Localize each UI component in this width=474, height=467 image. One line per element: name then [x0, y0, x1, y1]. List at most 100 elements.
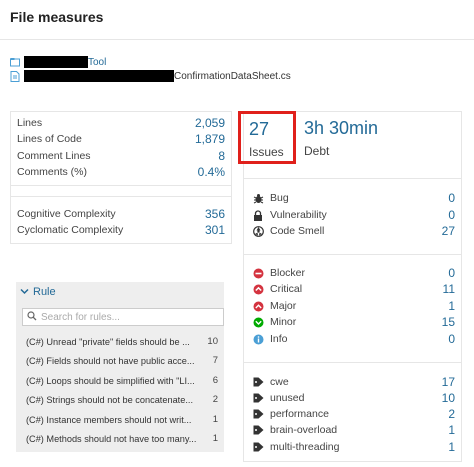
project-suffix: Tool: [88, 56, 107, 68]
size-metrics-card: Lines 2,059 Lines of Code 1,879 Comment …: [10, 111, 232, 186]
metric-label: Cognitive Complexity: [17, 208, 116, 220]
rule-label: (C#) Methods should not have too many...: [26, 433, 197, 444]
rule-facet-title[interactable]: Rule: [33, 286, 56, 298]
rule-search-input[interactable]: [41, 311, 223, 323]
rule-search-box[interactable]: [22, 308, 224, 326]
info-icon: [252, 333, 264, 345]
divider: [244, 362, 461, 363]
rule-count: 2: [212, 394, 218, 405]
facet-item-info[interactable]: Info 0: [252, 331, 455, 347]
code-smell-icon: [252, 225, 264, 237]
rule-list-item[interactable]: (C#) Instance members should not writ...…: [26, 412, 218, 427]
divider: [244, 178, 461, 179]
facet-label: multi-threading: [270, 441, 340, 453]
facet-count[interactable]: 15: [442, 315, 455, 329]
metric-row-cognitive-complexity[interactable]: Cognitive Complexity 356: [17, 206, 225, 222]
facet-label: Vulnerability: [270, 209, 327, 221]
issues-label: Issues: [249, 145, 284, 159]
metric-row-lines[interactable]: Lines 2,059: [17, 115, 225, 131]
facet-item-blocker[interactable]: Blocker 0: [252, 265, 455, 281]
file-icon: [10, 70, 20, 82]
rule-label: (C#) Loops should be simplified with "LI…: [26, 375, 195, 386]
facet-label: Major: [270, 300, 297, 312]
facet-count[interactable]: 0: [448, 266, 455, 280]
metric-value[interactable]: 356: [205, 207, 225, 221]
facet-item-code-smell[interactable]: Code Smell 27: [252, 223, 455, 239]
page-header: File measures: [0, 0, 474, 40]
rule-count: 1: [212, 414, 218, 425]
chevron-down-icon[interactable]: [20, 286, 29, 298]
page-title: File measures: [10, 9, 104, 25]
bug-icon: [252, 192, 264, 204]
metric-value[interactable]: 301: [205, 223, 225, 237]
issues-count[interactable]: 27: [249, 119, 269, 140]
debt-label: Debt: [304, 144, 330, 158]
facet-item-critical[interactable]: Critical 11: [252, 281, 455, 297]
facet-count[interactable]: 17: [442, 375, 455, 389]
facet-item-major[interactable]: Major 1: [252, 298, 455, 314]
facet-count[interactable]: 0: [448, 208, 455, 222]
folder-icon: [10, 57, 20, 68]
rule-list-item[interactable]: (C#) Fields should not have public acce.…: [26, 353, 218, 368]
facet-item-tag-cwe[interactable]: cwe 17: [252, 374, 455, 390]
facet-label: brain-overload: [270, 424, 338, 436]
facet-item-tag-brain-overload[interactable]: brain-overload 1: [252, 422, 455, 438]
issues-highlight[interactable]: 27 Issues: [238, 111, 296, 164]
rule-list-item[interactable]: (C#) Unread "private" fields should be .…: [26, 334, 218, 349]
rule-list-item[interactable]: (C#) Loops should be simplified with "LI…: [26, 373, 218, 388]
facet-count[interactable]: 2: [448, 407, 455, 421]
divider: [11, 196, 231, 197]
rule-label: (C#) Instance members should not writ...: [26, 414, 192, 425]
metric-value[interactable]: 0.4%: [198, 165, 225, 179]
facet-item-minor[interactable]: Minor 15: [252, 314, 455, 330]
facet-count[interactable]: 10: [442, 391, 455, 405]
metric-row-cyclomatic-complexity[interactable]: Cyclomatic Complexity 301: [17, 222, 225, 238]
metric-label: Lines of Code: [17, 133, 82, 145]
facet-item-vulnerability[interactable]: Vulnerability 0: [252, 207, 455, 223]
facet-count[interactable]: 1: [448, 423, 455, 437]
facet-label: Minor: [270, 316, 297, 328]
redacted-project-name: [24, 56, 88, 68]
facet-item-bug[interactable]: Bug 0: [252, 190, 455, 206]
facet-item-tag-multi-threading[interactable]: multi-threading 1: [252, 439, 455, 455]
debt-value[interactable]: 3h 30min: [304, 118, 378, 139]
facet-count[interactable]: 0: [448, 191, 455, 205]
facet-item-tag-performance[interactable]: performance 2: [252, 406, 455, 422]
file-path[interactable]: ConfirmationDataSheet.cs: [10, 69, 291, 83]
divider: [244, 254, 461, 255]
metric-value[interactable]: 1,879: [195, 132, 225, 146]
metric-row-lines-of-code[interactable]: Lines of Code 1,879: [17, 131, 225, 147]
facet-count[interactable]: 11: [443, 282, 455, 296]
major-icon: [252, 300, 264, 312]
facet-count[interactable]: 1: [448, 299, 455, 313]
lock-icon: [252, 209, 264, 221]
metric-value[interactable]: 8: [218, 149, 225, 163]
tag-icon: [252, 424, 264, 436]
facet-label: Bug: [270, 192, 289, 204]
facet-label: Blocker: [270, 267, 306, 279]
facet-label: Critical: [270, 283, 303, 295]
project-path[interactable]: Tool: [10, 55, 106, 69]
facet-count[interactable]: 27: [442, 224, 455, 238]
tag-icon: [252, 441, 264, 453]
facet-item-tag-unused[interactable]: unused 10: [252, 390, 455, 406]
facet-label: unused: [270, 392, 305, 404]
rule-list-item[interactable]: (C#) Strings should not be concatenate..…: [26, 392, 218, 407]
facet-count[interactable]: 1: [448, 440, 455, 454]
facet-count[interactable]: 0: [448, 332, 455, 346]
tag-icon: [252, 408, 264, 420]
facet-label: Info: [270, 333, 288, 345]
rule-count: 1: [212, 433, 218, 444]
rule-list-item[interactable]: (C#) Methods should not have too many...…: [26, 431, 218, 446]
file-suffix: ConfirmationDataSheet.cs: [174, 70, 291, 82]
metric-row-comments-percent[interactable]: Comments (%) 0.4%: [17, 164, 225, 180]
rule-facet-header[interactable]: Rule: [20, 284, 56, 300]
metric-value[interactable]: 2,059: [195, 116, 225, 130]
minor-icon: [252, 316, 264, 328]
tag-icon: [252, 376, 264, 388]
redacted-file-path: [24, 70, 174, 82]
rule-label: (C#) Strings should not be concatenate..…: [26, 394, 194, 405]
search-icon: [27, 310, 37, 324]
metric-row-comment-lines[interactable]: Comment Lines 8: [17, 148, 225, 164]
rule-count: 10: [207, 336, 218, 347]
